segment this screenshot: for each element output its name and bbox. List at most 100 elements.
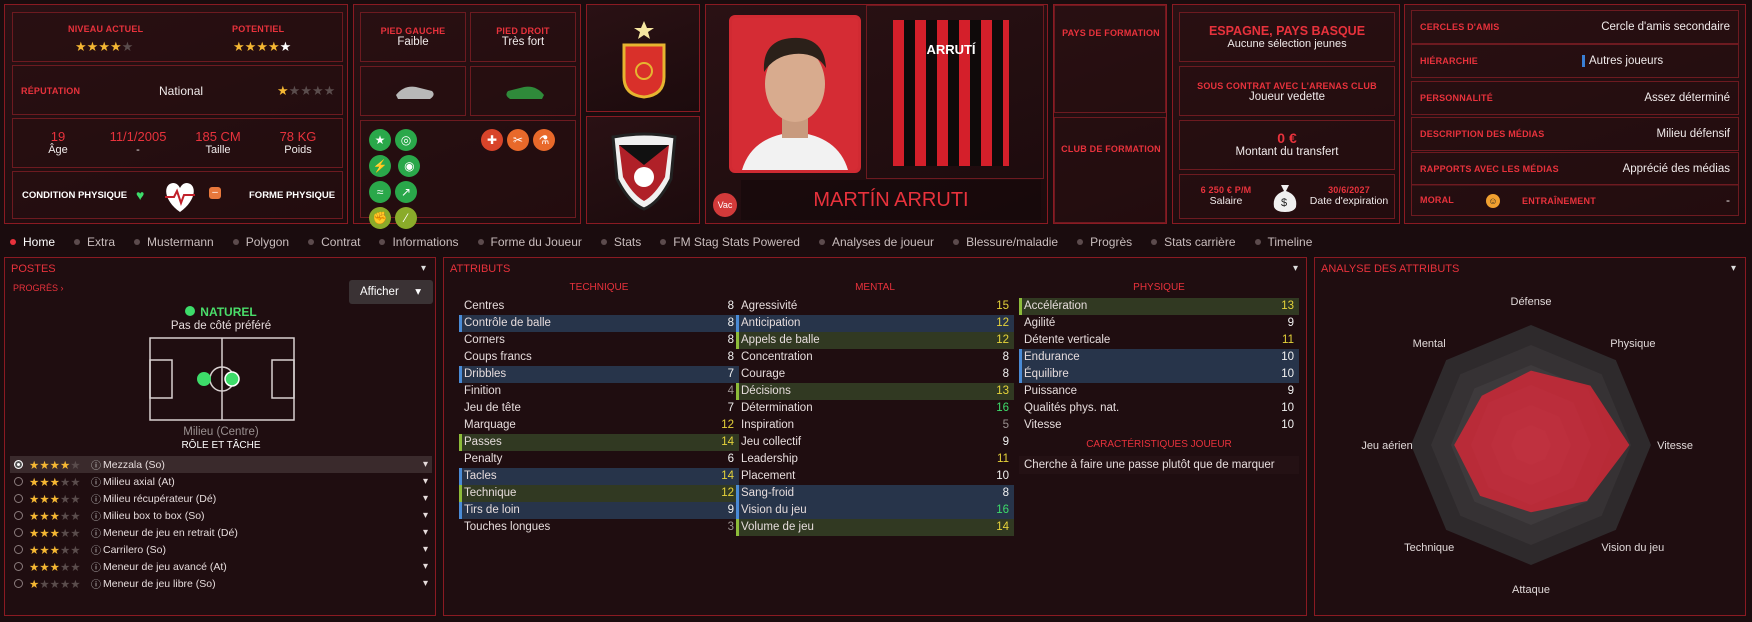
attribute-row[interactable]: Endurance 10 — [1019, 349, 1299, 366]
role-row[interactable]: ★★★★★ ⓘ Milieu box to box (So) ▾ — [10, 507, 432, 524]
attribute-row[interactable]: Tirs de loin 9 — [459, 502, 739, 519]
trait-bandage-icon[interactable]: ⁄ — [395, 207, 417, 229]
chevron-down-icon[interactable]: ▾ — [423, 459, 428, 470]
chevron-down-icon[interactable]: ▾ — [423, 476, 428, 487]
tab-informations[interactable]: Informations — [379, 235, 459, 249]
info-row[interactable]: PERSONNALITÉ Assez déterminé — [1411, 81, 1739, 115]
info-icon[interactable]: ⓘ — [91, 491, 101, 506]
attribute-row[interactable]: Finition 4 — [459, 383, 739, 400]
info-icon[interactable]: ⓘ — [91, 508, 101, 523]
nationality[interactable]: ESPAGNE, PAYS BASQUE — [1180, 24, 1394, 38]
info-icon[interactable]: ⓘ — [91, 542, 101, 557]
tab-progr-s[interactable]: Progrès — [1077, 235, 1132, 249]
role-row[interactable]: ★★★★★ ⓘ Mezzala (So) ▾ — [10, 456, 432, 473]
trait-fist-icon[interactable]: ✊ — [369, 207, 391, 229]
attribute-row[interactable]: Contrôle de balle 8 — [459, 315, 739, 332]
attribute-row[interactable]: Inspiration 5 — [736, 417, 1014, 434]
info-row[interactable]: DESCRIPTION DES MÉDIAS Milieu défensif — [1411, 117, 1739, 151]
tab-timeline[interactable]: Timeline — [1254, 235, 1312, 249]
tab-mustermann[interactable]: Mustermann — [134, 235, 214, 249]
show-dropdown[interactable]: Afficher ▾ — [349, 280, 433, 304]
info-row[interactable]: RAPPORTS AVEC LES MÉDIAS Apprécié des méd… — [1411, 152, 1739, 186]
role-radio[interactable] — [14, 579, 23, 588]
attribute-row[interactable]: Coups francs 8 — [459, 349, 739, 366]
attribute-row[interactable]: Leadership 11 — [736, 451, 1014, 468]
trait-medical-icon[interactable]: ✚ — [481, 129, 503, 151]
tab-polygon[interactable]: Polygon — [232, 235, 289, 249]
contract-label[interactable]: SOUS CONTRAT AVEC L'ARENAS CLUB — [1180, 81, 1394, 91]
progress-link[interactable]: PROGRÈS › — [13, 283, 64, 293]
trait-trend-icon[interactable]: ↗ — [395, 181, 417, 203]
role-radio[interactable] — [14, 511, 23, 520]
trait-scissors-icon[interactable]: ✂ — [507, 129, 529, 151]
attribute-row[interactable]: Agressivité 15 — [736, 298, 1014, 315]
tab-stats-carri-re[interactable]: Stats carrière — [1151, 235, 1236, 249]
tab-analyses-de-joueur[interactable]: Analyses de joueur — [818, 235, 934, 249]
role-radio[interactable] — [14, 528, 23, 537]
trait-boots-icon[interactable]: ≈ — [369, 181, 391, 203]
role-radio[interactable] — [14, 477, 23, 486]
attribute-row[interactable]: Touches longues 3 — [459, 519, 739, 536]
role-radio[interactable] — [14, 562, 23, 571]
attribute-row[interactable]: Volume de jeu 14 — [736, 519, 1014, 536]
role-row[interactable]: ★★★★★ ⓘ Milieu récupérateur (Dé) ▾ — [10, 490, 432, 507]
attribute-row[interactable]: Sang-froid 8 — [736, 485, 1014, 502]
chevron-down-icon[interactable]: ▾ — [421, 263, 426, 274]
attribute-row[interactable]: Décisions 13 — [736, 383, 1014, 400]
attribute-row[interactable]: Courage 8 — [736, 366, 1014, 383]
attribute-row[interactable]: Agilité 9 — [1019, 315, 1299, 332]
tab-stats[interactable]: Stats — [600, 235, 641, 249]
chevron-down-icon[interactable]: ▾ — [423, 561, 428, 572]
chevron-down-icon[interactable]: ▾ — [423, 493, 428, 504]
info-icon[interactable]: ⓘ — [91, 559, 101, 574]
attribute-row[interactable]: Accélération 13 — [1019, 298, 1299, 315]
info-row[interactable]: CERCLES D'AMIS Cercle d'amis secondaire — [1411, 10, 1739, 44]
attribute-row[interactable]: Puissance 9 — [1019, 383, 1299, 400]
attribute-row[interactable]: Tacles 14 — [459, 468, 739, 485]
role-row[interactable]: ★★★★★ ⓘ Milieu axial (At) ▾ — [10, 473, 432, 490]
tab-blessure-maladie[interactable]: Blessure/maladie — [953, 235, 1058, 249]
attribute-row[interactable]: Jeu de tête 7 — [459, 400, 739, 417]
trait-flask-icon[interactable]: ⚗ — [533, 129, 555, 151]
attribute-row[interactable]: Vision du jeu 16 — [736, 502, 1014, 519]
attribute-row[interactable]: Corners 8 — [459, 332, 739, 349]
attribute-row[interactable]: Marquage 12 — [459, 417, 739, 434]
tab-fm-stag-stats-powered[interactable]: FM Stag Stats Powered — [660, 235, 800, 249]
info-row[interactable]: HIÉRARCHIE Autres joueurs — [1411, 44, 1739, 78]
attribute-row[interactable]: Équilibre 10 — [1019, 366, 1299, 383]
attribute-row[interactable]: Penalty 6 — [459, 451, 739, 468]
role-radio[interactable] — [14, 494, 23, 503]
info-icon[interactable]: ⓘ — [91, 525, 101, 540]
attribute-row[interactable]: Appels de balle 12 — [736, 332, 1014, 349]
role-row[interactable]: ★★★★★ ⓘ Meneur de jeu libre (So) ▾ — [10, 575, 432, 592]
attribute-row[interactable]: Anticipation 12 — [736, 315, 1014, 332]
trait-run-icon[interactable]: ⚡ — [369, 155, 391, 177]
trait-eye-icon[interactable]: ◉ — [398, 155, 421, 177]
vacation-badge[interactable]: Vac — [713, 193, 737, 217]
morale-row[interactable]: MORAL ☺ ENTRAÎNEMENT - — [1411, 184, 1739, 216]
chevron-down-icon[interactable]: ▾ — [423, 527, 428, 538]
attribute-row[interactable]: Détermination 16 — [736, 400, 1014, 417]
attribute-row[interactable]: Technique 12 — [459, 485, 739, 502]
attribute-row[interactable]: Centres 8 — [459, 298, 739, 315]
chevron-down-icon[interactable]: ▾ — [1293, 263, 1298, 274]
attribute-row[interactable]: Détente verticale 11 — [1019, 332, 1299, 349]
info-icon[interactable]: ⓘ — [91, 576, 101, 591]
attribute-row[interactable]: Qualités phys. nat. 10 — [1019, 400, 1299, 417]
tab-home[interactable]: Home — [10, 235, 55, 249]
attribute-row[interactable]: Placement 10 — [736, 468, 1014, 485]
trait-target-icon[interactable]: ◎ — [395, 129, 417, 151]
role-row[interactable]: ★★★★★ ⓘ Meneur de jeu avancé (At) ▾ — [10, 558, 432, 575]
role-row[interactable]: ★★★★★ ⓘ Carrilero (So) ▾ — [10, 541, 432, 558]
attribute-row[interactable]: Passes 14 — [459, 434, 739, 451]
attribute-row[interactable]: Vitesse 10 — [1019, 417, 1299, 434]
attribute-row[interactable]: Concentration 8 — [736, 349, 1014, 366]
tab-forme-du-joueur[interactable]: Forme du Joueur — [477, 235, 582, 249]
chevron-down-icon[interactable]: ▾ — [423, 544, 428, 555]
role-row[interactable]: ★★★★★ ⓘ Meneur de jeu en retrait (Dé) ▾ — [10, 524, 432, 541]
role-radio[interactable] — [14, 545, 23, 554]
role-radio[interactable] — [14, 460, 23, 469]
info-icon[interactable]: ⓘ — [91, 457, 101, 472]
tab-contrat[interactable]: Contrat — [308, 235, 360, 249]
info-icon[interactable]: ⓘ — [91, 474, 101, 489]
